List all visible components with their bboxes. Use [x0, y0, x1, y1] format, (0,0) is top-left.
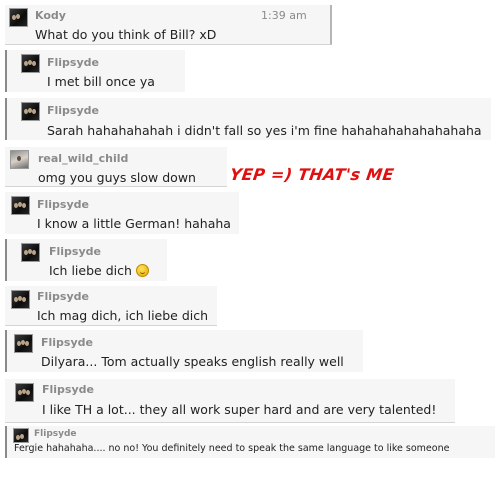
sender-name: Flipsyde [49, 245, 101, 258]
message-text-content: Ich liebe dich [49, 263, 132, 278]
chat-message: real_wild_child omg you guys slow down [5, 147, 227, 187]
sender-name: Flipsyde [37, 198, 89, 211]
avatar [10, 150, 29, 169]
message-text: What do you think of Bill? xD [35, 27, 217, 42]
avatar [14, 334, 33, 353]
red-annotation: YEP =) THAT's ME [228, 165, 396, 184]
message-text: I like TH a lot... they all work super h… [42, 402, 437, 417]
chat-message: Flipsyde Fergie hahahaha.... no no! You … [5, 426, 495, 458]
message-text: Dilyara... Tom actually speaks english r… [41, 354, 344, 369]
avatar [21, 243, 40, 262]
sender-name: Flipsyde [37, 290, 89, 303]
sender-name: Flipsyde [42, 383, 94, 396]
message-text: Sarah hahahahahah i didn't fall so yes i… [47, 123, 482, 138]
sender-name: Flipsyde [41, 336, 93, 349]
chat-message: Flipsyde Sarah hahahahahah i didn't fall… [5, 98, 491, 140]
message-text: omg you guys slow down [38, 170, 196, 185]
chat-message: Flipsyde Ich liebe dich [5, 239, 167, 281]
sender-name: Flipsyde [34, 429, 77, 439]
avatar [13, 428, 29, 443]
avatar [11, 290, 30, 309]
avatar [9, 8, 28, 27]
chat-message: Flipsyde Ich mag dich, ich liebe dich [5, 286, 217, 326]
message-text: I know a little German! hahaha [37, 216, 231, 231]
sender-name: real_wild_child [38, 152, 129, 165]
timestamp: 1:39 am [261, 9, 307, 22]
avatar [11, 196, 30, 215]
avatar [21, 54, 40, 73]
message-text: Fergie hahahaha.... no no! You definitel… [14, 443, 450, 454]
sender-name: Kody [35, 9, 66, 22]
sender-name: Flipsyde [47, 104, 99, 117]
avatar [21, 102, 40, 121]
chat-message: Flipsyde I know a little German! hahaha [5, 192, 239, 234]
chat-message: Flipsyde I like TH a lot... they all wor… [5, 379, 455, 423]
chat-message: Flipsyde Dilyara... Tom actually speaks … [5, 330, 363, 372]
message-text: I met bill once ya [47, 74, 155, 89]
sender-name: Flipsyde [47, 56, 99, 69]
smiley-emoticon-icon [135, 264, 149, 277]
message-text: Ich liebe dich [49, 263, 149, 278]
chat-message: Flipsyde I met bill once ya [5, 50, 185, 92]
avatar [15, 383, 34, 402]
message-text: Ich mag dich, ich liebe dich [37, 308, 209, 323]
chat-message: Kody 1:39 am What do you think of Bill? … [5, 5, 332, 45]
